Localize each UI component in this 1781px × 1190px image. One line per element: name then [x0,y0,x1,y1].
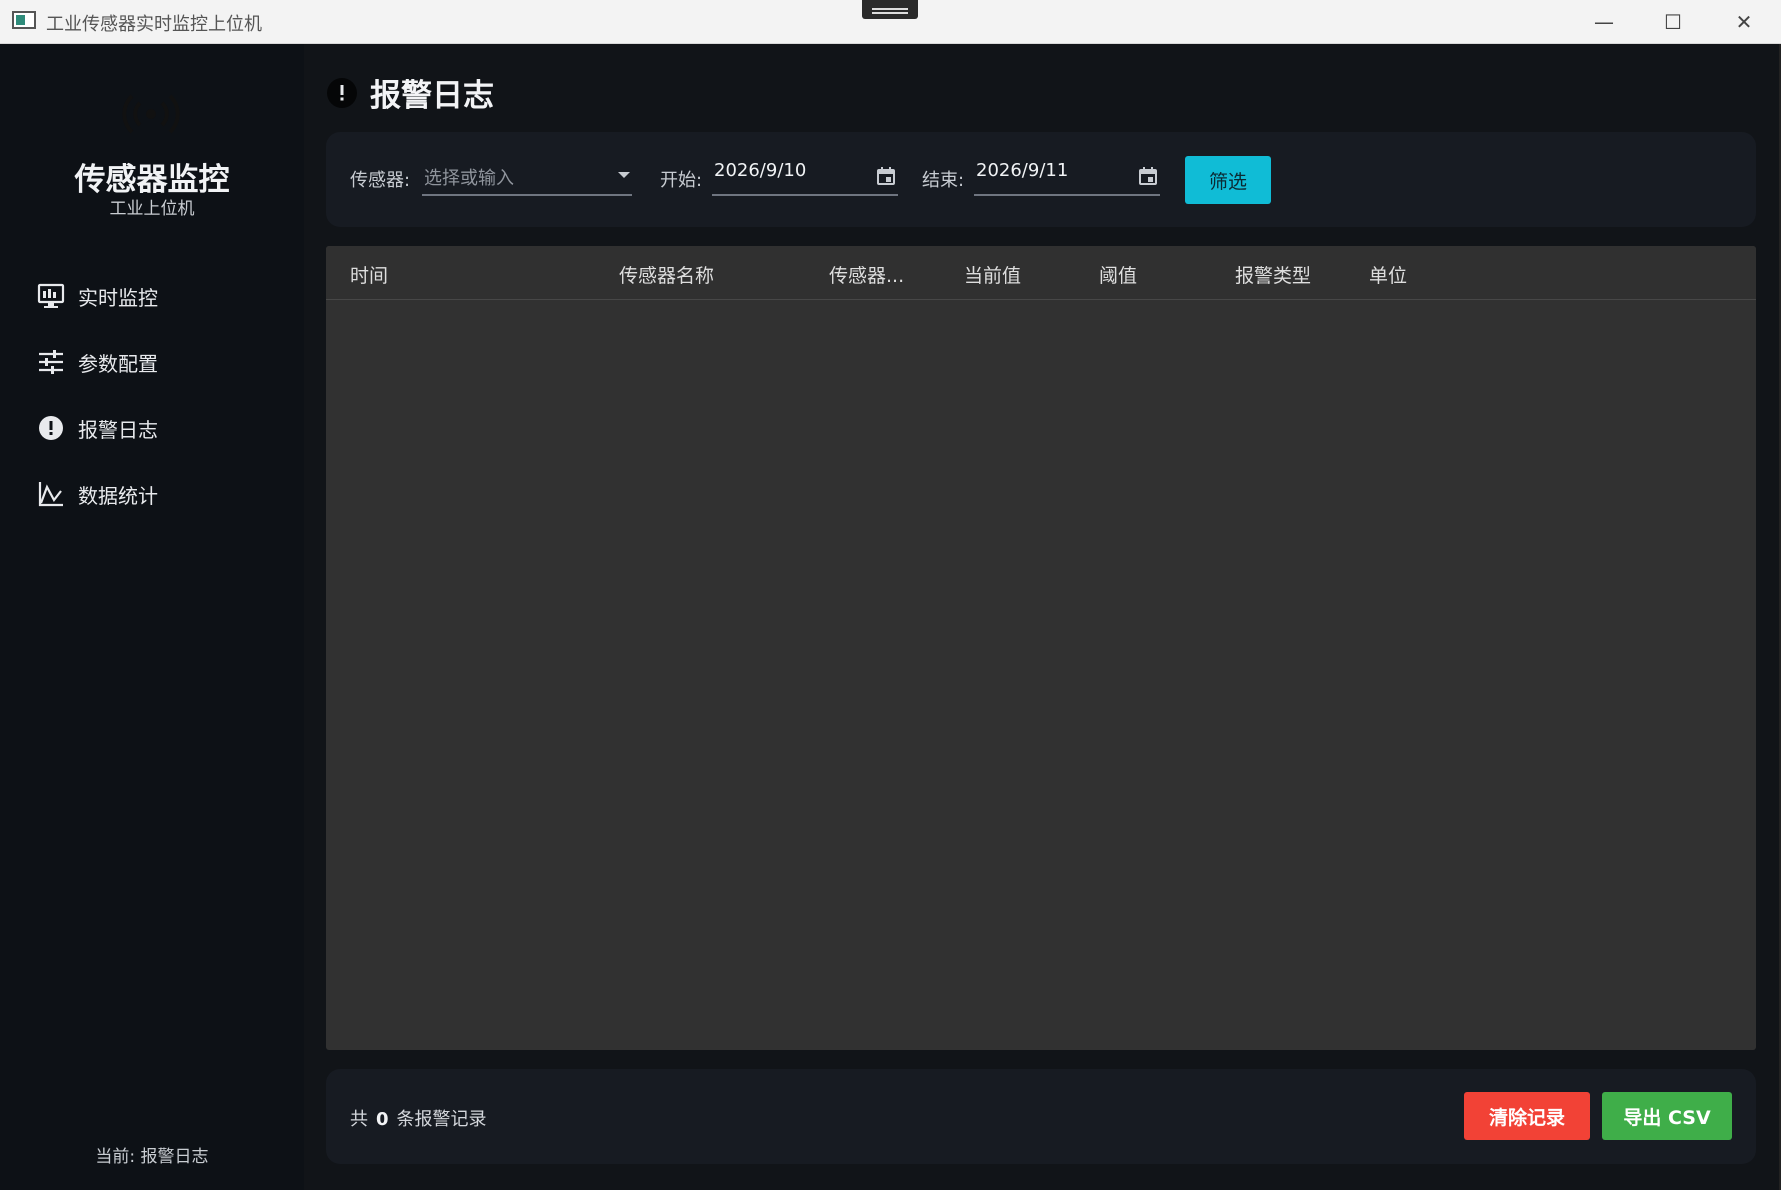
filter-panel: 传感器: 选择或输入 开始: 2026/9/10 结束: 2026/9/11 筛… [326,132,1756,227]
alert-icon [39,416,63,440]
sidebar-item-config[interactable]: 参数配置 [36,340,276,384]
record-count-suffix: 条报警记录 [396,1109,487,1130]
column-header-alarm-type[interactable]: 报警类型 [1235,261,1311,288]
alert-icon [327,77,357,108]
sidebar-item-label: 参数配置 [78,351,158,376]
sidebar-item-alarm-log[interactable]: 报警日志 [36,406,276,450]
sensor-select[interactable]: 选择或输入 [422,152,632,196]
sensor-select-placeholder: 选择或输入 [424,168,514,189]
footer-panel: 共 0 条报警记录 清除记录 导出 CSV [326,1069,1756,1164]
record-count: 共 0 条报警记录 [350,1105,487,1131]
column-header-unit[interactable]: 单位 [1369,261,1407,288]
minimize-icon[interactable]: — [1592,10,1616,34]
page-title: 报警日志 [370,78,494,114]
clear-records-button[interactable]: 清除记录 [1464,1092,1590,1140]
column-header-current-value[interactable]: 当前值 [964,261,1021,288]
close-icon[interactable]: ✕ [1732,10,1756,34]
start-date-label: 开始: [660,170,703,191]
start-date-field[interactable]: 2026/9/10 [712,152,898,196]
sidebar: 传感器监控 工业上位机 实时监控 参数配置 报警日志 数据统计 当前: 报警日志 [0,44,304,1190]
filter-button[interactable]: 筛选 [1185,156,1271,204]
window-title: 工业传感器实时监控上位机 [46,14,262,35]
chevron-down-icon[interactable] [618,172,630,178]
drag-handle[interactable] [862,0,918,19]
record-count-prefix: 共 [350,1109,368,1130]
brand-title: 传感器监控 [74,162,230,198]
column-header-sensor-id[interactable]: 传感器... [829,261,904,288]
end-date-value: 2026/9/11 [976,160,1069,181]
sidebar-item-label: 数据统计 [78,483,158,508]
window-titlebar: 工业传感器实时监控上位机 — ☐ ✕ [0,0,1781,44]
table-header: 时间 传感器名称 传感器... 当前值 阈值 报警类型 单位 [326,246,1756,300]
end-date-label: 结束: [922,170,965,191]
alarm-table: 时间 传感器名称 传感器... 当前值 阈值 报警类型 单位 [326,246,1756,1050]
broadcast-icon [122,94,180,134]
sliders-icon [39,350,63,374]
brand-subtitle: 工业上位机 [109,199,195,219]
end-date-field[interactable]: 2026/9/11 [974,152,1160,196]
calendar-icon[interactable] [876,166,896,186]
sidebar-item-realtime[interactable]: 实时监控 [36,274,276,318]
column-header-time[interactable]: 时间 [350,261,388,288]
maximize-icon[interactable]: ☐ [1661,10,1685,34]
chart-icon [38,482,63,507]
calendar-icon[interactable] [1138,166,1158,186]
current-page-indicator: 当前: 报警日志 [95,1147,209,1167]
sidebar-item-label: 实时监控 [78,285,158,310]
column-header-sensor-name[interactable]: 传感器名称 [619,261,714,288]
column-header-threshold[interactable]: 阈值 [1099,261,1137,288]
record-count-number: 0 [376,1109,389,1130]
monitor-icon [37,283,65,308]
start-date-value: 2026/9/10 [714,160,807,181]
page-header: 报警日志 [326,70,494,115]
sensor-label: 传感器: [350,170,411,191]
export-csv-button[interactable]: 导出 CSV [1602,1092,1732,1140]
app-icon [12,11,36,29]
sidebar-item-label: 报警日志 [78,417,158,442]
sidebar-item-statistics[interactable]: 数据统计 [36,472,276,516]
